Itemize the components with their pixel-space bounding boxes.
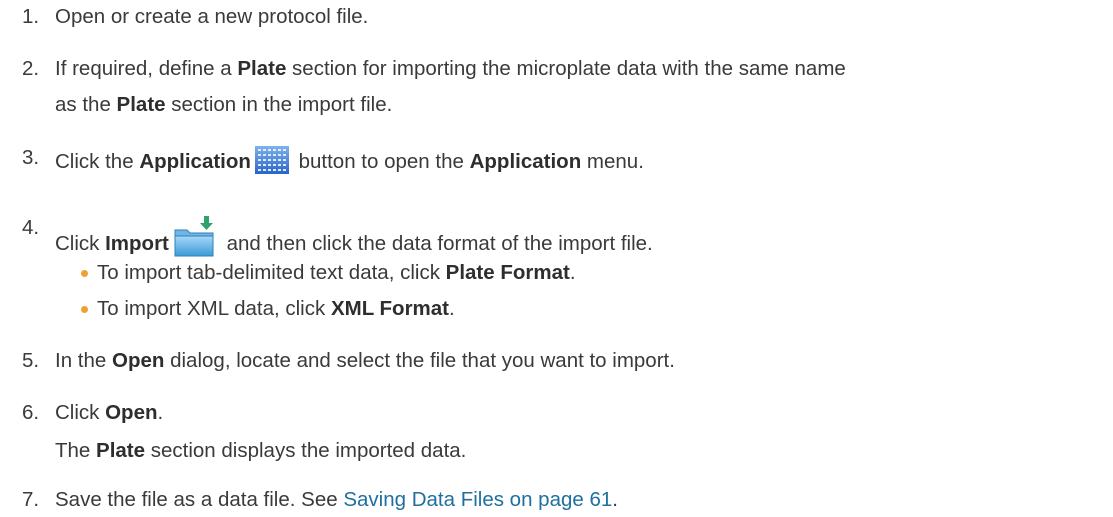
step-number: 1. — [22, 5, 40, 28]
text-segment: To import tab-delimited text data, click — [97, 261, 446, 284]
text-segment: as the — [55, 93, 117, 116]
bold-term: Plate — [96, 439, 146, 462]
bold-term: Application — [139, 150, 251, 173]
text-segment: Save the file as a data file. See — [55, 488, 344, 511]
step-text: In the Open dialog, locate and select th… — [55, 349, 675, 373]
text-segment: section in the import file. — [165, 93, 393, 116]
bold-term: Import — [105, 232, 169, 255]
step-number: 4. — [22, 216, 40, 239]
text-segment: menu. — [581, 150, 644, 173]
bullet-text: To import tab-delimited text data, click… — [97, 261, 576, 285]
text-segment: section for importing the microplate dat… — [286, 57, 846, 80]
step-result-text: The Plate section displays the imported … — [55, 439, 466, 463]
text-segment: section displays the imported data. — [145, 439, 467, 462]
step-number: 2. — [22, 57, 40, 80]
saving-data-files-link[interactable]: Saving Data Files on page 61 — [343, 488, 612, 511]
bullet-dot — [81, 306, 88, 313]
step-text: Click Import and then click the data for… — [55, 216, 653, 258]
bold-term: Application — [469, 150, 582, 173]
step-number: 5. — [22, 349, 40, 372]
bold-term: Open — [105, 401, 158, 424]
step-number: 7. — [22, 488, 40, 511]
bold-term: XML Format — [330, 297, 450, 320]
text-segment: button to open the — [292, 150, 470, 173]
step-text: Click Open. — [55, 401, 163, 425]
text-segment: If required, define a — [55, 57, 238, 80]
bold-term: Plate — [116, 93, 166, 116]
text-segment: . — [569, 261, 576, 284]
text-segment: and then click the data format of the im… — [220, 232, 653, 255]
text-segment: Click the — [55, 150, 140, 173]
text-segment: Click — [55, 401, 106, 424]
bullet-text: To import XML data, click XML Format. — [97, 297, 455, 321]
bold-term: Plate — [237, 57, 287, 80]
bold-term: Open — [112, 349, 165, 372]
step-text: Open or create a new protocol file. — [55, 5, 369, 28]
text-segment: To import XML data, click — [97, 297, 331, 320]
text-segment: . — [449, 297, 455, 320]
bold-term: Plate Format — [445, 261, 570, 284]
text-segment: . — [612, 488, 618, 511]
bullet-dot — [81, 270, 88, 277]
step-text: as the Plate section in the import file. — [55, 93, 392, 117]
step-text: Save the file as a data file. See Saving… — [55, 488, 618, 512]
text-segment: The — [55, 439, 97, 462]
text-segment: Click — [55, 232, 106, 255]
step-text: If required, define a Plate section for … — [55, 57, 846, 81]
step-number: 3. — [22, 146, 40, 169]
import-folder-icon — [173, 216, 215, 258]
application-grid-icon — [254, 146, 289, 174]
step-text: Click the Application button to open the… — [55, 146, 644, 174]
text-segment: In the — [55, 349, 112, 372]
text-segment: dialog, locate and select the file that … — [164, 349, 675, 372]
step-number: 6. — [22, 401, 40, 424]
text-segment: . — [157, 401, 164, 424]
